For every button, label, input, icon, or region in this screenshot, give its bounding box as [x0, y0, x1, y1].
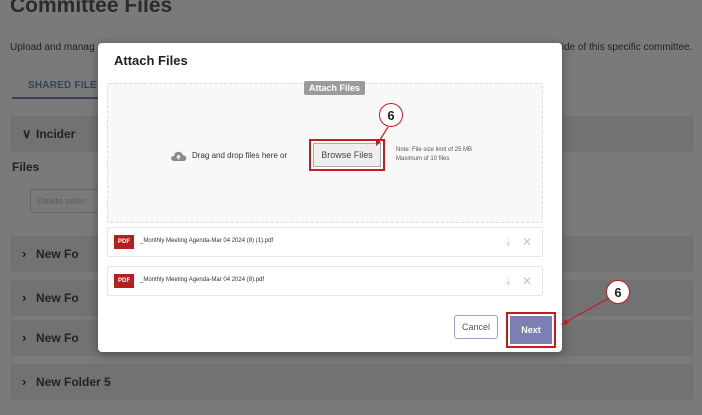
- files-heading: Files: [12, 160, 40, 174]
- file-name: _Monthly Meeting Agenda-Mar 04 2024 (8).…: [140, 277, 265, 283]
- browse-files-button[interactable]: Browse Files: [313, 143, 381, 167]
- page-description: Upload and manag: [10, 42, 95, 53]
- folder-label: New Folder 5: [36, 375, 111, 389]
- file-size-note: Note: File size limit of 25 MB: [396, 147, 473, 153]
- folder-row[interactable]: › New Folder 5: [10, 364, 694, 400]
- attach-files-dialog: Attach Files Attach Files Drag and drop …: [98, 43, 562, 352]
- file-name: _Monthly Meeting Agenda-Mar 04 2024 (8) …: [140, 238, 274, 244]
- next-button[interactable]: Next: [510, 316, 552, 344]
- attached-file-row: PDF _Monthly Meeting Agenda-Mar 04 2024 …: [107, 266, 543, 296]
- folder-label: Incider: [36, 127, 76, 141]
- download-icon[interactable]: ⤓: [506, 237, 510, 248]
- chevron-down-icon: ∨: [22, 126, 32, 141]
- cancel-button[interactable]: Cancel: [454, 315, 498, 339]
- page-description-end: tside of this specific committee.: [554, 42, 693, 53]
- chevron-right-icon: ›: [22, 330, 27, 345]
- attached-file-row: PDF _Monthly Meeting Agenda-Mar 04 2024 …: [107, 227, 543, 257]
- max-files-note: Maximum of 10 files: [396, 156, 450, 162]
- dialog-title: Attach Files: [114, 53, 188, 68]
- folder-label: New Fo: [36, 291, 79, 305]
- cloud-upload-icon: [171, 151, 187, 161]
- file-dropzone[interactable]: Attach Files Drag and drop files here or…: [107, 81, 543, 223]
- folder-label: New Fo: [36, 331, 79, 345]
- pdf-icon: PDF: [114, 235, 134, 249]
- browse-files-highlight: Browse Files: [309, 139, 385, 171]
- chevron-right-icon: ›: [22, 374, 27, 389]
- page-title: Committee Files: [10, 0, 173, 17]
- next-button-highlight: Next: [506, 312, 556, 348]
- remove-file-icon[interactable]: ✕: [522, 235, 532, 249]
- pdf-icon: PDF: [114, 274, 134, 288]
- step-callout-next: 6: [606, 280, 630, 304]
- chevron-right-icon: ›: [22, 246, 27, 261]
- remove-file-icon[interactable]: ✕: [522, 274, 532, 288]
- tab-underline: [12, 97, 112, 99]
- attach-files-tooltip: Attach Files: [304, 81, 366, 95]
- drag-drop-text: Drag and drop files here or: [192, 151, 288, 160]
- folder-label: New Fo: [36, 247, 79, 261]
- upload-limits-note: Note: File size limit of 25 MB Maximum o…: [396, 146, 472, 164]
- step-callout-browse: 6: [379, 103, 403, 127]
- chevron-right-icon: ›: [22, 290, 27, 305]
- download-icon[interactable]: ⤓: [506, 276, 510, 287]
- tab-shared-files[interactable]: SHARED FILE: [28, 80, 97, 91]
